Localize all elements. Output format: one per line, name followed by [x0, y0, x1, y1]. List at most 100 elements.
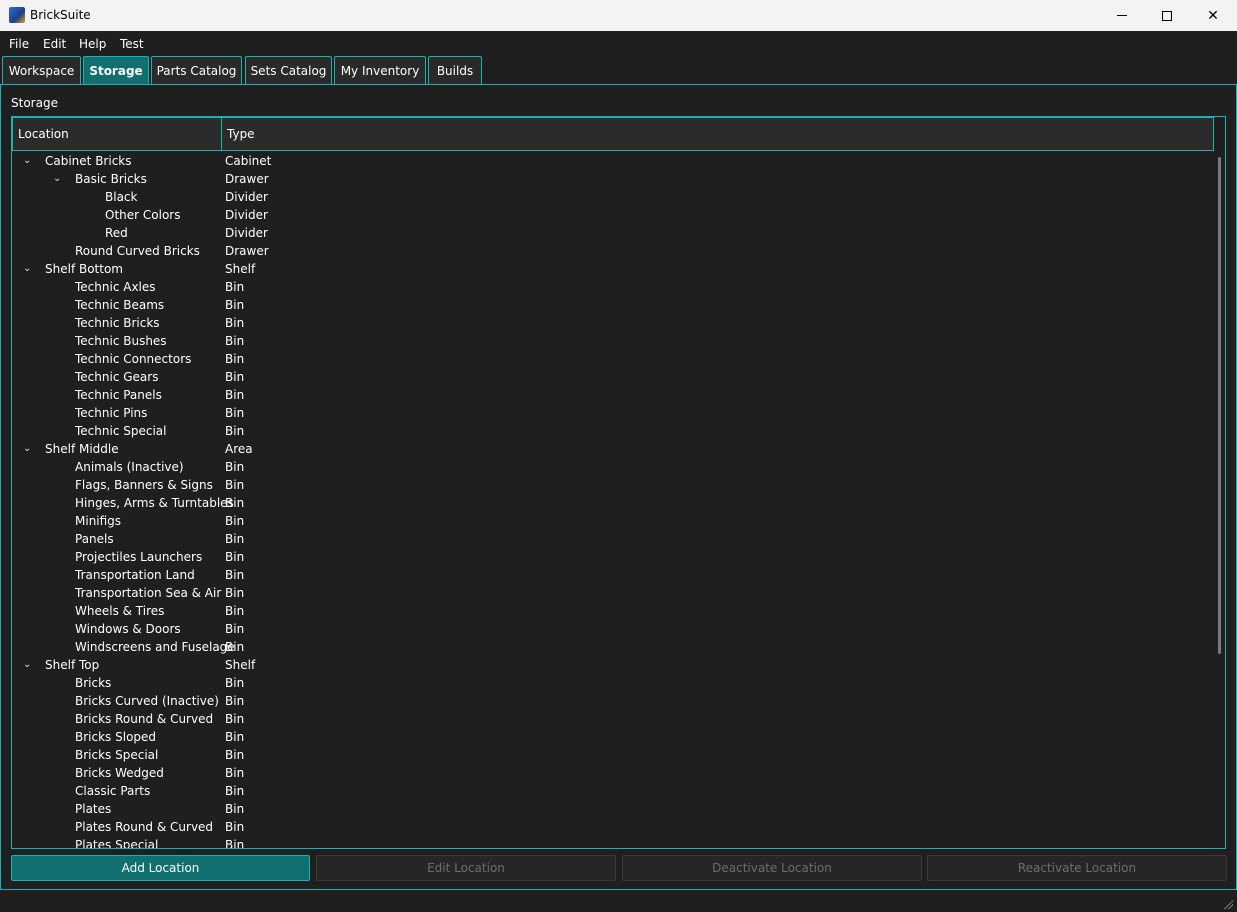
tree-row[interactable]: Round Curved Bricks Drawer — [12, 243, 1212, 261]
tree-row[interactable]: Plates Round & Curved Bin — [12, 819, 1212, 837]
tab-parts-catalog[interactable]: Parts Catalog — [151, 56, 242, 84]
tree-row[interactable]: ⌄ Cabinet Bricks Cabinet — [12, 153, 1212, 171]
location-type: Bin — [225, 406, 245, 420]
location-name: Shelf Bottom — [45, 262, 123, 276]
menu-bar: File Edit Help Test — [0, 31, 1237, 55]
location-name: Minifigs — [75, 514, 122, 528]
tree-row[interactable]: Bricks Bin — [12, 675, 1212, 693]
maximize-icon — [1162, 10, 1172, 21]
tab-my-inventory[interactable]: My Inventory — [334, 56, 426, 84]
tree-row[interactable]: Bricks Sloped Bin — [12, 729, 1212, 747]
menu-test[interactable]: Test — [120, 37, 144, 51]
tree-header: Location Type — [12, 117, 1214, 151]
location-type: Area — [225, 442, 253, 456]
tree-row[interactable]: Transportation Sea & Air Bin — [12, 585, 1212, 603]
location-type: Bin — [225, 586, 245, 600]
minimize-icon — [1117, 15, 1127, 16]
column-header-type[interactable]: Type — [221, 117, 1214, 151]
location-name: Technic Bushes — [75, 334, 167, 348]
chevron-down-icon[interactable]: ⌄ — [23, 263, 33, 275]
location-type: Divider — [225, 208, 268, 222]
location-type: Bin — [225, 496, 245, 510]
tree-row[interactable]: Hinges, Arms & Turntables Bin — [12, 495, 1212, 513]
minimize-button[interactable] — [1099, 0, 1145, 31]
tree-row[interactable]: Plates Special Bin — [12, 837, 1212, 848]
tab-workspace[interactable]: Workspace — [2, 56, 81, 84]
tab-sets-catalog[interactable]: Sets Catalog — [245, 56, 332, 84]
location-type: Bin — [225, 532, 245, 546]
location-type: Bin — [225, 730, 245, 744]
tree-row[interactable]: Panels Bin — [12, 531, 1212, 549]
tree-row[interactable]: Technic Connectors Bin — [12, 351, 1212, 369]
tab-storage[interactable]: Storage — [83, 56, 149, 84]
tree-row[interactable]: Wheels & Tires Bin — [12, 603, 1212, 621]
location-name: Technic Panels — [75, 388, 162, 402]
tree-row[interactable]: Bricks Curved (Inactive) Bin — [12, 693, 1212, 711]
tree-row[interactable]: Plates Bin — [12, 801, 1212, 819]
window-title: BrickSuite — [30, 8, 91, 22]
tree-row[interactable]: Projectiles Launchers Bin — [12, 549, 1212, 567]
storage-heading: Storage — [11, 96, 58, 110]
tree-row[interactable]: Technic Gears Bin — [12, 369, 1212, 387]
tree-row[interactable]: Technic Axles Bin — [12, 279, 1212, 297]
storage-tree[interactable]: Location Type ⌄ Cabinet Bricks Cabinet ⌄ Bas… — [11, 116, 1226, 849]
close-button[interactable]: ✕ — [1190, 0, 1236, 31]
chevron-down-icon[interactable]: ⌄ — [23, 659, 33, 671]
location-type: Bin — [225, 640, 245, 654]
edit-location-button[interactable]: Edit Location — [316, 855, 616, 881]
location-type: Bin — [225, 838, 245, 848]
reactivate-location-button[interactable]: Reactivate Location — [927, 855, 1227, 881]
tree-row[interactable]: Red Divider — [12, 225, 1212, 243]
tree-row[interactable]: Animals (Inactive) Bin — [12, 459, 1212, 477]
menu-file[interactable]: File — [9, 37, 29, 51]
vertical-scrollbar[interactable] — [1218, 157, 1221, 654]
column-header-location[interactable]: Location — [12, 117, 222, 151]
location-type: Bin — [225, 370, 245, 384]
tree-row[interactable]: Windows & Doors Bin — [12, 621, 1212, 639]
tree-row[interactable]: Windscreens and Fuselage Bin — [12, 639, 1212, 657]
tree-row[interactable]: Technic Bricks Bin — [12, 315, 1212, 333]
location-name: Bricks Special — [75, 748, 159, 762]
tree-row[interactable]: Classic Parts Bin — [12, 783, 1212, 801]
tree-row[interactable]: Technic Panels Bin — [12, 387, 1212, 405]
chevron-down-icon[interactable]: ⌄ — [23, 443, 33, 455]
tree-row[interactable]: ⌄ Shelf Bottom Shelf — [12, 261, 1212, 279]
tree-row[interactable]: Minifigs Bin — [12, 513, 1212, 531]
location-type: Bin — [225, 424, 245, 438]
tree-row[interactable]: ⌄ Shelf Middle Area — [12, 441, 1212, 459]
location-type: Bin — [225, 280, 245, 294]
location-name: Flags, Banners & Signs — [75, 478, 213, 492]
tree-row[interactable]: Bricks Special Bin — [12, 747, 1212, 765]
tree-row[interactable]: Flags, Banners & Signs Bin — [12, 477, 1212, 495]
location-type: Bin — [225, 388, 245, 402]
title-bar: BrickSuite ✕ — [0, 0, 1237, 31]
add-location-button[interactable]: Add Location — [11, 855, 310, 881]
deactivate-location-button[interactable]: Deactivate Location — [622, 855, 922, 881]
resize-grip-icon[interactable] — [1223, 899, 1233, 909]
maximize-button[interactable] — [1144, 0, 1190, 31]
location-name: Windscreens and Fuselage — [75, 640, 235, 654]
menu-help[interactable]: Help — [79, 37, 106, 51]
tree-row[interactable]: Technic Beams Bin — [12, 297, 1212, 315]
tree-row[interactable]: Black Divider — [12, 189, 1212, 207]
chevron-down-icon[interactable]: ⌄ — [53, 173, 63, 185]
tab-builds[interactable]: Builds — [428, 56, 482, 84]
tree-row[interactable]: ⌄ Shelf Top Shelf — [12, 657, 1212, 675]
chevron-down-icon[interactable]: ⌄ — [23, 155, 33, 167]
location-type: Drawer — [225, 244, 269, 258]
tree-row[interactable]: Technic Bushes Bin — [12, 333, 1212, 351]
tree-row[interactable]: Bricks Round & Curved Bin — [12, 711, 1212, 729]
tree-row[interactable]: Technic Special Bin — [12, 423, 1212, 441]
tree-row[interactable]: Bricks Wedged Bin — [12, 765, 1212, 783]
location-name: Bricks Curved (Inactive) — [75, 694, 219, 708]
location-type: Cabinet — [225, 154, 272, 168]
tree-row[interactable]: Transportation Land Bin — [12, 567, 1212, 585]
tree-row[interactable]: ⌄ Basic Bricks Drawer — [12, 171, 1212, 189]
location-name: Technic Axles — [75, 280, 156, 294]
tree-row[interactable]: Technic Pins Bin — [12, 405, 1212, 423]
location-name: Shelf Top — [45, 658, 100, 672]
menu-edit[interactable]: Edit — [43, 37, 66, 51]
location-type: Divider — [225, 226, 268, 240]
location-name: Red — [105, 226, 128, 240]
tree-row[interactable]: Other Colors Divider — [12, 207, 1212, 225]
